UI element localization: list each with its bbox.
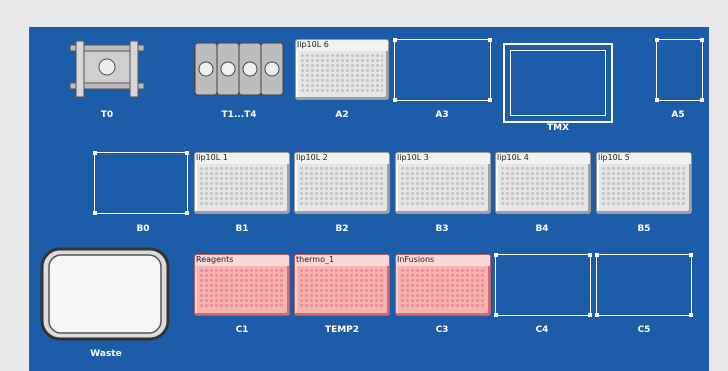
slot-label-c3: C3 (435, 325, 449, 335)
slot-a5[interactable] (655, 38, 704, 102)
waste-container-icon (40, 247, 170, 341)
slot-label-temp2: TEMP2 (324, 325, 360, 335)
slot-t1-t4[interactable] (193, 39, 285, 99)
slot-label-tmx: TMX (546, 123, 570, 133)
slot-label-a2: A2 (335, 110, 349, 120)
labware-name-c1: Reagents (196, 255, 234, 264)
slot-a3[interactable] (393, 38, 492, 102)
labware-name-temp2: thermo_1 (296, 255, 335, 264)
slot-label-b0: B0 (136, 224, 150, 234)
labware-name-b1: lip10L 1 (196, 153, 228, 162)
tip-rack-holder-icon (194, 42, 284, 96)
slot-label-a3: A3 (435, 110, 449, 120)
slot-label-waste: Waste (90, 349, 122, 359)
labware-b3[interactable]: lip10L 3 (395, 152, 491, 214)
slot-label-c5: C5 (637, 325, 651, 335)
labware-temp2[interactable]: thermo_1 (294, 254, 390, 316)
tip-gripper-holder-icon (69, 40, 145, 98)
slot-t0[interactable] (66, 37, 148, 101)
slot-label-b1: B1 (235, 224, 249, 234)
labware-name-b2: lip10L 2 (296, 153, 328, 162)
worktable-deck: T0 T1...T4 lip10L 6 A2 A3 TMX A5 B0 lip1… (29, 27, 709, 371)
slot-label-b4: B4 (535, 224, 549, 234)
labware-b4[interactable]: lip10L 4 (495, 152, 591, 214)
slot-c4[interactable] (494, 253, 592, 317)
labware-name-a2: lip10L 6 (297, 40, 329, 49)
slot-tmx[interactable] (503, 43, 613, 123)
slot-label-c1: C1 (235, 325, 249, 335)
labware-name-b4: lip10L 4 (497, 153, 529, 162)
slot-label-t0: T0 (100, 110, 114, 120)
slot-b0[interactable] (93, 151, 189, 215)
slot-label-a5: A5 (671, 110, 685, 120)
slot-waste[interactable] (40, 245, 170, 341)
slot-c5[interactable] (595, 253, 693, 317)
slot-label-b3: B3 (435, 224, 449, 234)
labware-c1[interactable]: Reagents (194, 254, 290, 316)
labware-b5[interactable]: lip10L 5 (596, 152, 692, 214)
labware-name-b5: lip10L 5 (598, 153, 630, 162)
labware-a2[interactable]: lip10L 6 (295, 39, 389, 100)
slot-label-b2: B2 (335, 224, 349, 234)
labware-b1[interactable]: lip10L 1 (194, 152, 290, 214)
labware-name-c3: InFusions (397, 255, 435, 264)
labware-name-b3: lip10L 3 (397, 153, 429, 162)
slot-label-c4: C4 (535, 325, 549, 335)
slot-label-t1-t4: T1...T4 (221, 110, 257, 120)
slot-label-b5: B5 (637, 224, 651, 234)
labware-b2[interactable]: lip10L 2 (294, 152, 390, 214)
labware-c3[interactable]: InFusions (395, 254, 491, 316)
